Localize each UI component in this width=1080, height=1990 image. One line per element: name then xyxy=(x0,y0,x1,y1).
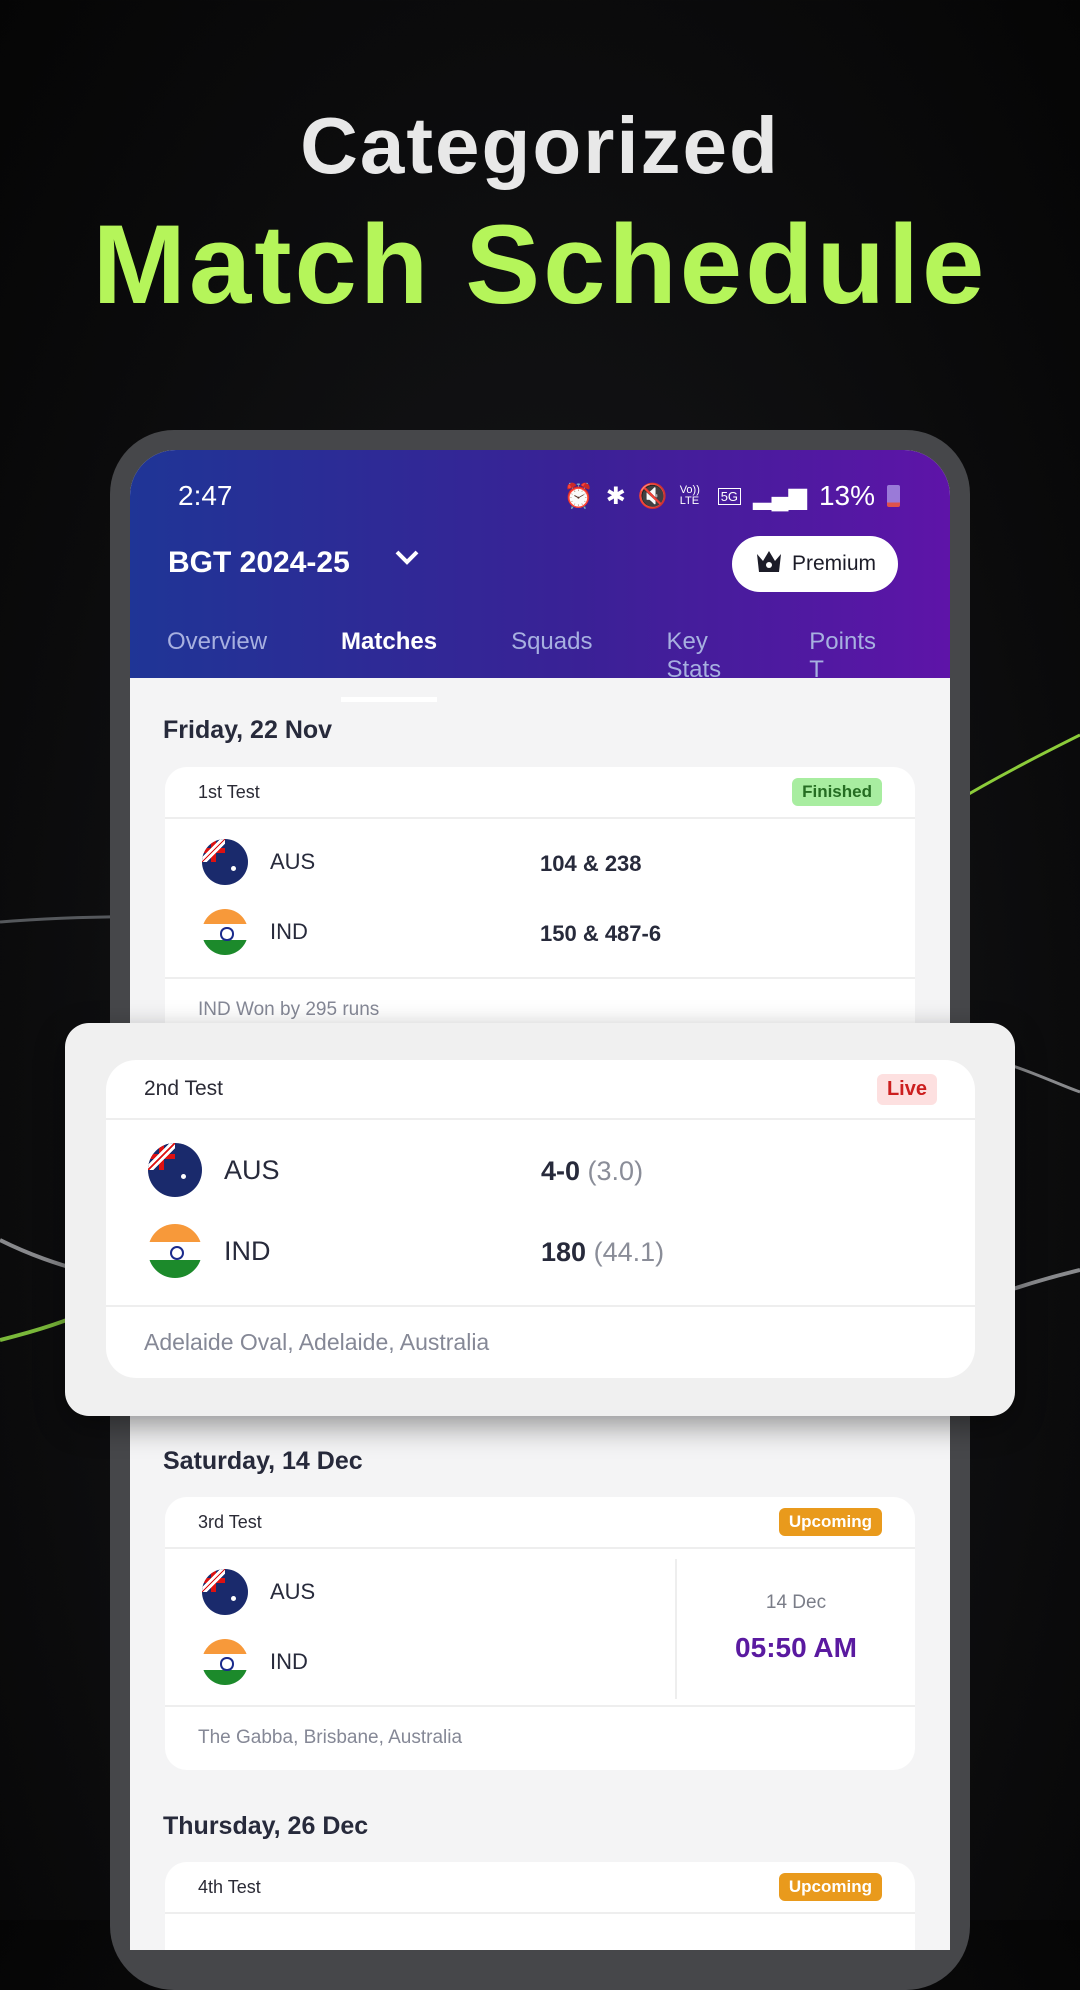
match-card-1st-test[interactable]: 1st Test Finished AUS 104 & 238 IND 150 &… xyxy=(165,767,915,1067)
tab-points-table[interactable]: Points T xyxy=(809,628,876,684)
match-time: 05:50 AM xyxy=(735,1632,857,1663)
promo-heading: Categorized xyxy=(300,101,780,190)
venue: Adelaide Oval, Adelaide, Australia xyxy=(106,1305,975,1378)
premium-button[interactable]: Premium xyxy=(731,536,898,592)
promo-title: Match Schedule xyxy=(92,202,988,327)
series-title[interactable]: BGT 2024-25 xyxy=(168,546,350,580)
divider xyxy=(675,1559,677,1699)
team-name: IND xyxy=(270,919,308,944)
team-score: 104 & 238 xyxy=(540,851,642,876)
tab-matches[interactable]: Matches xyxy=(341,628,438,702)
team-score: 180 xyxy=(541,1237,587,1267)
status-badge: Live xyxy=(876,1073,937,1105)
team-name: AUS xyxy=(270,1579,316,1604)
highlight-popup: 2nd Test Live AUS 4-0 (3.0) IND 180 (44.1… xyxy=(65,1023,1015,1416)
battery-icon xyxy=(887,485,900,507)
team-score: 4-0 xyxy=(541,1156,581,1186)
match-card-4th-test[interactable]: 4th Test Upcoming xyxy=(165,1862,915,1950)
bluetooth-icon: ✱ xyxy=(605,482,626,510)
team-score: 150 & 487-6 xyxy=(540,921,662,946)
status-icons: ⏰ ✱ 🔇 Vo)) LTE 5G ▂▄▆ 13% xyxy=(564,480,900,512)
team-name: AUS xyxy=(270,849,316,874)
team-name: IND xyxy=(224,1235,271,1266)
team-name: IND xyxy=(270,1649,308,1674)
australia-flag-icon xyxy=(202,1569,248,1615)
premium-label: Premium xyxy=(791,552,876,575)
volte-icon: Vo)) LTE xyxy=(679,484,700,507)
battery-percent: 13% xyxy=(818,480,875,511)
venue: The Gabba, Brisbane, Australia xyxy=(165,1705,915,1770)
india-flag-icon xyxy=(148,1224,202,1278)
match-date: 14 Dec xyxy=(765,1592,827,1613)
tab-overview[interactable]: Overview xyxy=(167,628,267,684)
mute-icon: 🔇 xyxy=(637,482,668,510)
crown-icon xyxy=(754,548,784,580)
tab-key-stats[interactable]: Key Stats xyxy=(666,628,735,684)
status-time: 2:47 xyxy=(178,480,233,511)
status-badge: Upcoming xyxy=(778,1873,882,1901)
overs: (3.0) xyxy=(587,1156,644,1186)
signal-icon: ▂▄▆ xyxy=(753,482,807,510)
match-name: 4th Test xyxy=(198,1876,261,1897)
india-flag-icon xyxy=(202,1639,248,1685)
match-name: 2nd Test xyxy=(144,1077,224,1100)
overs: (44.1) xyxy=(593,1237,665,1267)
date-heading: Friday, 22 Nov xyxy=(163,716,333,744)
chevron-down-icon[interactable] xyxy=(392,542,422,580)
tab-bar: Overview Matches Squads Key Stats Points… xyxy=(167,628,950,702)
date-heading: Thursday, 26 Dec xyxy=(163,1812,369,1840)
5g-icon: 5G xyxy=(717,487,742,505)
match-name: 1st Test xyxy=(198,781,260,802)
match-name: 3rd Test xyxy=(198,1511,262,1532)
australia-flag-icon xyxy=(202,839,248,885)
australia-flag-icon xyxy=(148,1143,202,1197)
match-card-2nd-test[interactable]: 2nd Test Live AUS 4-0 (3.0) IND 180 (44.1… xyxy=(106,1060,975,1378)
team-name: AUS xyxy=(224,1154,280,1185)
match-card-3rd-test[interactable]: 3rd Test Upcoming AUS IND 14 Dec 05:50 AM… xyxy=(165,1497,915,1770)
app-header: 2:47 ⏰ ✱ 🔇 Vo)) LTE 5G ▂▄▆ 13% BGT 2024-… xyxy=(130,450,950,702)
tab-squads[interactable]: Squads xyxy=(511,628,592,684)
status-badge: Upcoming xyxy=(778,1508,882,1536)
india-flag-icon xyxy=(202,909,248,955)
date-heading: Saturday, 14 Dec xyxy=(163,1447,363,1475)
status-badge: Finished xyxy=(792,778,882,806)
alarm-icon: ⏰ xyxy=(563,482,594,510)
